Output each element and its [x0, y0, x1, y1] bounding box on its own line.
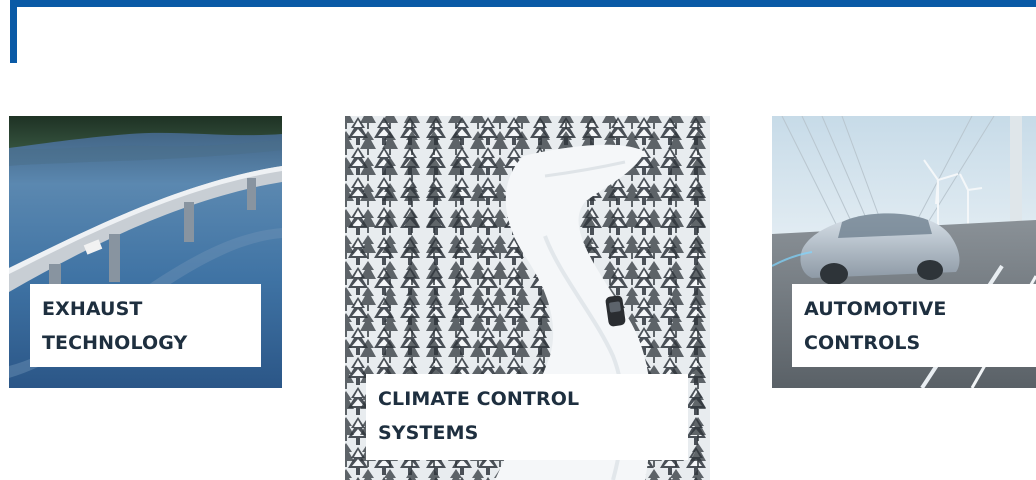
card-title-line-1: CLIMATE CONTROL: [378, 388, 580, 410]
card-title-line-2: SYSTEMS: [378, 422, 479, 444]
card-label: CLIMATE CONTROL SYSTEMS: [366, 374, 688, 460]
card-label: EXHAUST TECHNOLOGY: [30, 284, 261, 367]
card-title-line-2: TECHNOLOGY: [42, 332, 188, 354]
card-automotive-controls[interactable]: AUTOMOTIVE CONTROLS: [772, 116, 1036, 388]
header-accent-bar: [10, 0, 1036, 7]
card-title-line-1: AUTOMOTIVE: [804, 298, 947, 320]
page: EXHAUST TECHNOLOGY CLIMATE CONTROL SYSTE…: [0, 0, 1036, 480]
card-label: AUTOMOTIVE CONTROLS: [792, 284, 1036, 367]
header-accent-bracket: [10, 0, 17, 63]
card-title-line-1: EXHAUST: [42, 298, 143, 320]
card-title-line-2: CONTROLS: [804, 332, 921, 354]
card-climate-control-systems[interactable]: CLIMATE CONTROL SYSTEMS: [345, 116, 710, 480]
card-exhaust-technology[interactable]: EXHAUST TECHNOLOGY: [9, 116, 282, 388]
